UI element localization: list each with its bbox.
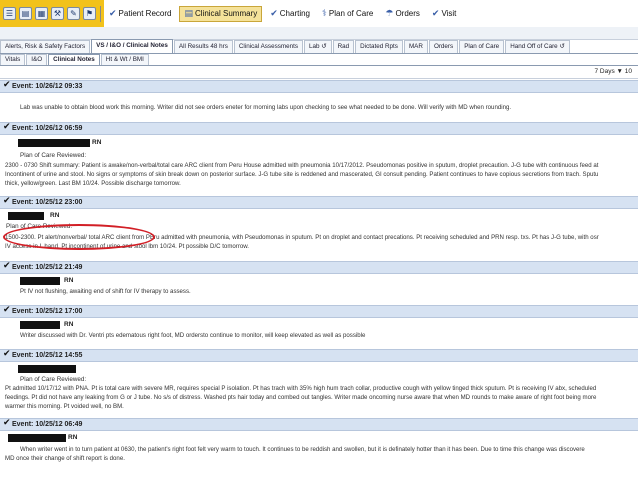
- event-header[interactable]: ✔ Event: 10/25/12 14:55: [0, 349, 638, 362]
- plan-of-care-label: Plan of Care Reviewed:: [20, 376, 87, 383]
- author-credential: RN: [64, 321, 74, 328]
- event-datetime: Event: 10/25/12 06:49: [12, 421, 83, 428]
- tab-all-results[interactable]: All Results 48 hrs: [173, 40, 233, 53]
- orders-label: Orders: [395, 9, 420, 18]
- orders-button[interactable]: ☂ Orders: [381, 6, 424, 22]
- subtab-ht-wt-bmi[interactable]: Ht & Wt / BMI: [100, 54, 149, 65]
- tab-hand-off-of-care[interactable]: Hand Off of Care ↺: [505, 40, 570, 53]
- checkmark-icon: ✔: [3, 418, 11, 428]
- patient-record-icon: ✔: [109, 8, 117, 19]
- flag-icon[interactable]: ⚑: [83, 7, 96, 20]
- tab-alerts-risk[interactable]: Alerts, Risk & Safety Factors: [0, 40, 91, 53]
- event-datetime: Event: 10/26/12 06:59: [12, 125, 83, 132]
- subtab-vitals[interactable]: Vitals: [0, 54, 26, 65]
- plan-of-care-button[interactable]: ⚕ Plan of Care: [318, 6, 377, 22]
- orders-icon: ☂: [385, 8, 394, 19]
- tab-lab[interactable]: Lab ↺: [304, 40, 332, 53]
- clinical-notes-list: ✔ Event: 10/26/12 09:33 Lab was unable t…: [0, 80, 638, 479]
- event-datetime: Event: 10/25/12 14:55: [12, 352, 83, 359]
- tab-vs-io-clinical-notes[interactable]: VS / I&O / Clinical Notes: [91, 39, 173, 53]
- visit-icon: ✔: [431, 8, 440, 19]
- plan-of-care-label: Plan of Care Reviewed:: [20, 152, 87, 159]
- plan-of-care-label: Plan of Care: [328, 9, 374, 18]
- event-header[interactable]: ✔ Event: 10/26/12 06:59: [0, 122, 638, 135]
- checkmark-icon: ✔: [3, 261, 11, 271]
- checkmark-icon: ✔: [3, 196, 11, 206]
- event-header[interactable]: ✔ Event: 10/25/12 17:00: [0, 305, 638, 318]
- clinical-tabs: Alerts, Risk & Safety Factors VS / I&O /…: [0, 39, 638, 54]
- redacted-name: [18, 139, 90, 147]
- checkmark-icon: ✔: [3, 349, 11, 359]
- note-text: Writer discussed with Dr. Ventri pts ede…: [20, 332, 366, 339]
- visit-button[interactable]: ✔ Visit: [428, 6, 461, 22]
- tab-mar[interactable]: MAR: [403, 40, 428, 53]
- event-header[interactable]: ✔ Event: 10/25/12 06:49: [0, 418, 638, 431]
- charting-icon: ✔: [270, 8, 278, 19]
- event-header[interactable]: ✔ Event: 10/25/12 21:49: [0, 261, 638, 274]
- highlight-circle-annotation: [3, 224, 155, 250]
- note-text: MD once their change of shift report is …: [5, 455, 125, 462]
- note-text: feedings. Pt did not have any leaking fr…: [5, 394, 597, 401]
- event-datetime: Event: 10/25/12 21:49: [12, 264, 83, 271]
- tab-rad[interactable]: Rad: [332, 40, 355, 53]
- date-range-select[interactable]: 7 Days ▼ 10: [594, 68, 632, 75]
- note-text: Pt IV not flushing, awaiting end of shif…: [20, 288, 191, 295]
- redacted-name: [8, 434, 66, 442]
- note-text: thick, yellow/green. Last BM 10/24. Poss…: [5, 180, 181, 187]
- note-text: warmer this morning. Pt voided well, no …: [5, 403, 124, 410]
- tab-orders[interactable]: Orders: [428, 40, 459, 53]
- author-credential: RN: [50, 212, 60, 219]
- subtab-io[interactable]: I&O: [26, 54, 48, 65]
- plan-of-care-icon: ⚕: [322, 8, 327, 19]
- clinical-summary-icon: ▤: [184, 8, 193, 19]
- print-icon[interactable]: ▤: [19, 7, 32, 20]
- checkmark-icon: ✔: [3, 80, 11, 90]
- event-datetime: Event: 10/26/12 09:33: [12, 83, 83, 90]
- sub-tabs: Vitals I&O Clinical Notes Ht & Wt / BMI: [0, 54, 638, 66]
- author-credential: RN: [68, 434, 78, 441]
- note-text: Pt admitted 10/17/12 with PNA. Pt is tot…: [5, 385, 597, 392]
- event-header[interactable]: ✔ Event: 10/25/12 23:00: [0, 196, 638, 209]
- redacted-name: [18, 365, 76, 373]
- clinical-summary-button[interactable]: ▤ Clinical Summary: [179, 5, 263, 22]
- note-text: Lab was unable to obtain blood work this…: [20, 104, 512, 111]
- patient-record-label: Patient Record: [118, 9, 172, 18]
- main-toolbar: ☰ ▤ ▦ ⚒ ✎ ⚑ ✔ Patient Record ▤ Clinical Su…: [0, 0, 638, 27]
- charting-label: Charting: [279, 9, 311, 18]
- redacted-name: [20, 277, 60, 285]
- clinical-summary-label: Clinical Summary: [194, 9, 258, 18]
- tools-icon[interactable]: ⚒: [51, 7, 64, 20]
- toolbar-divider: [100, 5, 101, 22]
- visit-label: Visit: [441, 9, 457, 18]
- patient-list-icon[interactable]: ☰: [3, 7, 16, 20]
- tab-dictated-rpts[interactable]: Dictated Rpts: [355, 40, 403, 53]
- checkmark-icon: ✔: [3, 305, 11, 315]
- notes-icon[interactable]: ✎: [67, 7, 80, 20]
- author-credential: RN: [92, 139, 102, 146]
- event-header[interactable]: ✔ Event: 10/26/12 09:33: [0, 80, 638, 93]
- patient-record-button[interactable]: ✔ Patient Record: [105, 6, 175, 22]
- note-text: When writer went in to turn patient at 0…: [20, 446, 585, 453]
- checkmark-icon: ✔: [3, 122, 11, 132]
- calendar-icon[interactable]: ▦: [35, 7, 48, 20]
- event-datetime: Event: 10/25/12 23:00: [12, 199, 83, 206]
- filter-bar: 7 Days ▼ 10: [0, 66, 638, 79]
- redacted-name: [8, 212, 44, 220]
- event-datetime: Event: 10/25/12 17:00: [12, 308, 83, 315]
- tab-clinical-assessments[interactable]: Clinical Assessments: [233, 40, 304, 53]
- tab-plan-of-care[interactable]: Plan of Care: [459, 40, 505, 53]
- note-text: Incontinent of urine and stool. No signs…: [5, 171, 599, 178]
- note-text: 2300 - 0730 Shift summary: Patient is aw…: [5, 162, 599, 169]
- author-credential: RN: [64, 277, 74, 284]
- charting-button[interactable]: ✔ Charting: [266, 6, 314, 22]
- subtab-clinical-notes[interactable]: Clinical Notes: [48, 54, 100, 65]
- redacted-name: [20, 321, 60, 329]
